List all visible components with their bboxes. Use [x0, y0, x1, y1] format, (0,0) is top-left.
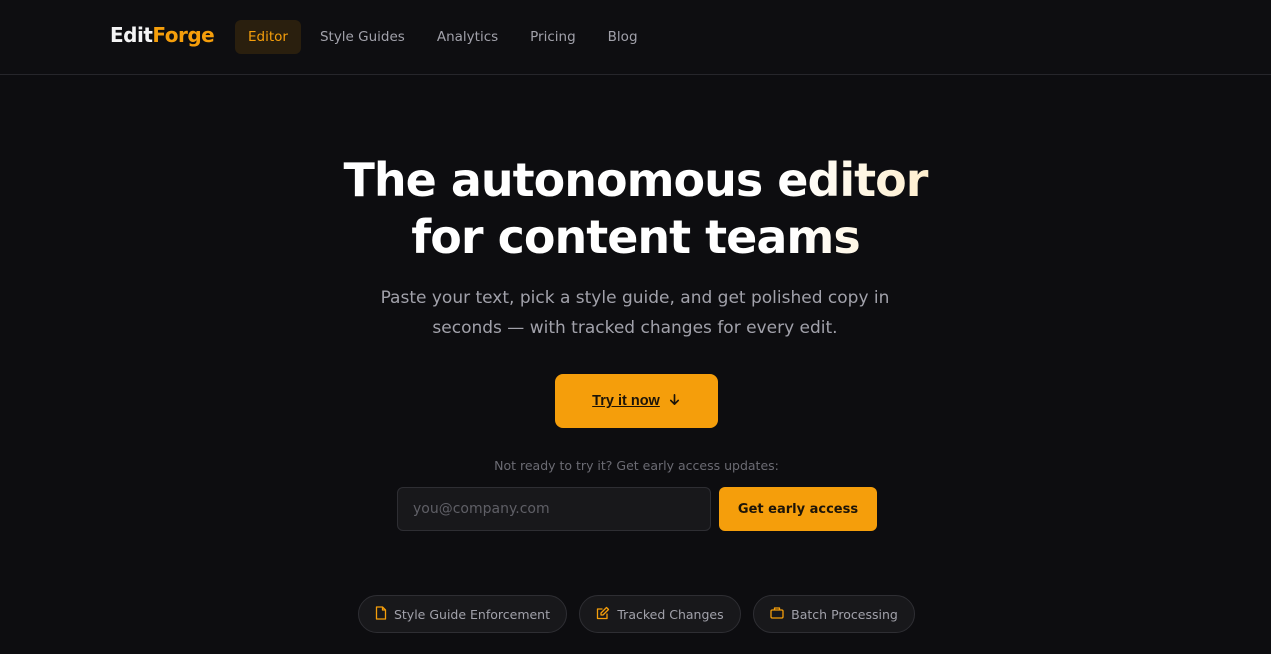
try-it-now-label: Try it now	[592, 393, 660, 409]
main-nav: Editor Style Guides Analytics Pricing Bl…	[235, 20, 656, 54]
brand-logo-part1: Edit	[110, 23, 153, 47]
hero-title: The autonomous editor for content teams	[0, 152, 1271, 266]
briefcase-icon	[770, 606, 791, 622]
feature-pill-batch-processing[interactable]: Batch Processing	[753, 595, 915, 633]
nav-item-editor[interactable]: Editor	[235, 20, 301, 54]
nav-item-blog[interactable]: Blog	[594, 20, 652, 54]
early-access-note: Not ready to try it? Get early access up…	[494, 458, 779, 473]
nav-item-analytics[interactable]: Analytics	[423, 20, 512, 54]
brand-logo-part2: Forge	[152, 23, 215, 47]
feature-pill-label: Style Guide Enforcement	[393, 606, 551, 622]
hero-title-line-1: The autonomous editor	[343, 153, 928, 207]
feature-pill-label: Tracked Changes	[617, 606, 724, 622]
brand-logo[interactable]: EditForge	[110, 23, 215, 47]
email-input[interactable]	[397, 487, 711, 531]
nav-item-pricing[interactable]: Pricing	[516, 20, 590, 54]
hero-title-line-2: for content teams	[411, 210, 860, 264]
feature-pill-label: Batch Processing	[791, 606, 898, 622]
nav-item-style-guides[interactable]: Style Guides	[306, 20, 419, 54]
hero-subtitle-line-2: seconds — with tracked changes for every…	[432, 318, 838, 338]
get-early-access-button[interactable]: Get early access	[719, 487, 877, 531]
arrow-down-icon	[668, 393, 681, 410]
edit-icon	[596, 606, 617, 623]
hero-subtitle: Paste your text, pick a style guide, and…	[335, 283, 935, 343]
feature-pill-tracked-changes[interactable]: Tracked Changes	[579, 595, 741, 633]
feature-pill-style-guide-enforcement[interactable]: Style Guide Enforcement	[358, 595, 567, 633]
top-navigation-bar: EditForge Editor Style Guides Analytics …	[0, 0, 1271, 75]
try-it-now-button[interactable]: Try it now	[555, 374, 718, 428]
document-icon	[375, 605, 394, 623]
hero-subtitle-line-1: Paste your text, pick a style guide, and…	[380, 288, 890, 308]
